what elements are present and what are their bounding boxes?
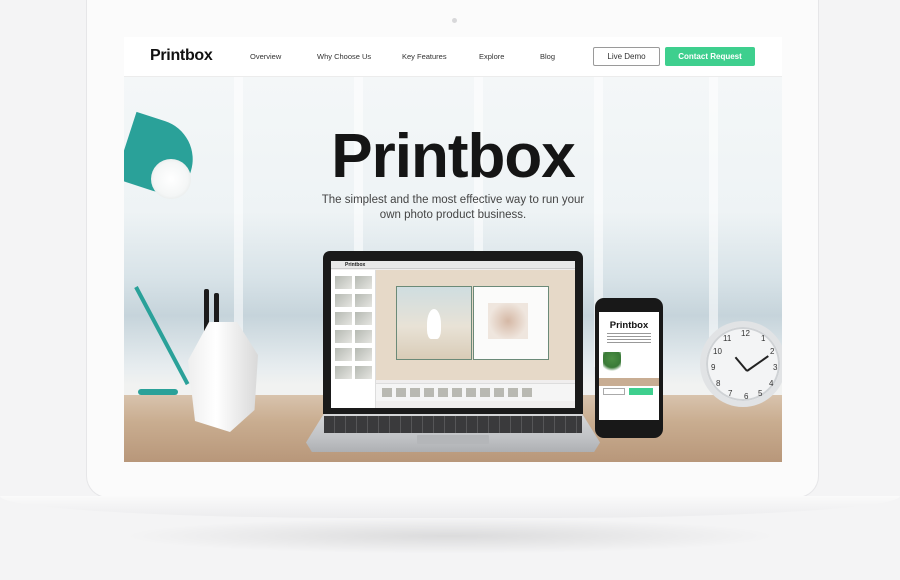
- top-navbar: Printbox Overview Why Choose Us Key Feat…: [124, 37, 782, 77]
- photo-thumbnail: [335, 276, 352, 289]
- right-page: [473, 286, 549, 360]
- clock-numeral: 6: [744, 392, 749, 401]
- photo-thumbnail: [355, 366, 372, 379]
- photo-thumbnail: [335, 366, 352, 379]
- site-logo[interactable]: Printbox: [150, 47, 213, 65]
- photo-thumbnail: [335, 294, 352, 307]
- page-thumbnail: [494, 388, 504, 397]
- clock-numeral: 11: [723, 334, 732, 343]
- photo-thumbnail: [355, 348, 372, 361]
- editor-app-screen: Printbox: [331, 261, 575, 408]
- clock-numeral: 8: [716, 379, 721, 388]
- device-shadow: [120, 518, 780, 554]
- phone-mockup: Printbox: [595, 298, 663, 438]
- photo-thumbnail: [355, 276, 372, 289]
- bride-figure: [427, 309, 441, 339]
- phone-accent-button: [629, 388, 653, 395]
- laptop-trackpad: [417, 435, 489, 444]
- lamp-bulb: [151, 159, 191, 199]
- page-strip: [376, 383, 575, 401]
- nav-link-explore[interactable]: Explore: [479, 52, 504, 61]
- phone-outline-button: [603, 388, 625, 395]
- page-thumbnail: [396, 388, 406, 397]
- page-thumbnail: [508, 388, 518, 397]
- clock-numeral: 2: [770, 347, 775, 356]
- photo-thumbnail: [335, 312, 352, 325]
- page-thumbnail: [522, 388, 532, 397]
- laptop-mockup: Printbox: [323, 251, 583, 414]
- nav-link-key-features[interactable]: Key Features: [402, 52, 447, 61]
- nav-link-overview[interactable]: Overview: [250, 52, 281, 61]
- editor-logo: Printbox: [345, 262, 366, 268]
- device-base: [0, 496, 900, 518]
- live-demo-button[interactable]: Live Demo: [593, 47, 660, 66]
- wall-clock: 12 1 2 3 4 5 6 7 8 9 10 11: [700, 321, 782, 407]
- browser-screen: Printbox Overview Why Choose Us Key Feat…: [124, 37, 782, 462]
- photobook-canvas: [376, 270, 575, 380]
- page-thumbnail: [480, 388, 490, 397]
- hero-title: Printbox: [331, 122, 575, 191]
- clock-numeral: 7: [728, 389, 733, 398]
- right-page-photo: [488, 303, 528, 339]
- phone-screen: Printbox: [599, 312, 659, 420]
- camera-dot: [452, 18, 457, 23]
- phone-desk-image: [599, 378, 659, 386]
- editor-photo-sidebar: [331, 270, 376, 408]
- laptop-keyboard: [324, 416, 582, 433]
- phone-logo: Printbox: [609, 320, 649, 331]
- clock-numeral: 3: [773, 363, 778, 372]
- clock-numeral: 4: [769, 379, 774, 388]
- clock-numeral: 5: [758, 389, 763, 398]
- left-page-photo: [396, 286, 472, 360]
- contact-request-button[interactable]: Contact Request: [665, 47, 755, 66]
- clock-numeral: 9: [711, 363, 716, 372]
- page-thumbnail: [466, 388, 476, 397]
- photo-thumbnail: [355, 330, 372, 343]
- page-thumbnail: [438, 388, 448, 397]
- plant-image: [603, 352, 621, 374]
- page-thumbnail: [452, 388, 462, 397]
- page-thumbnail: [410, 388, 420, 397]
- clock-numeral: 12: [741, 329, 750, 338]
- page-thumbnail: [382, 388, 392, 397]
- photo-thumbnail: [355, 312, 372, 325]
- nav-link-blog[interactable]: Blog: [540, 52, 555, 61]
- nav-link-why-choose-us[interactable]: Why Choose Us: [317, 52, 371, 61]
- page-thumbnail: [424, 388, 434, 397]
- lamp-base: [138, 389, 178, 395]
- clock-minute-hand: [746, 355, 769, 372]
- hero-subtitle: The simplest and the most effective way …: [321, 194, 585, 221]
- photo-thumbnail: [335, 330, 352, 343]
- editor-toolbar: Printbox: [331, 261, 575, 269]
- clock-numeral: 10: [713, 347, 722, 356]
- photo-thumbnail: [335, 348, 352, 361]
- photo-thumbnail: [355, 294, 372, 307]
- phone-subtitle-lines: [607, 333, 651, 345]
- clock-numeral: 1: [761, 334, 766, 343]
